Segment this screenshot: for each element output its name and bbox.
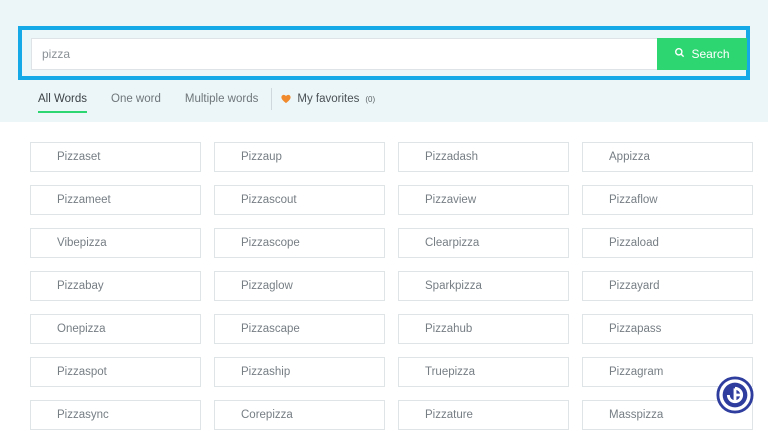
tab-multiple-words-label: Multiple words (184, 93, 259, 105)
tab-one-word-label: One word (111, 93, 161, 105)
word-card[interactable]: Pizzaflow (582, 185, 753, 215)
word-results-grid: Pizzaset Pizzaup Pizzadash Appizza Pizza… (30, 142, 753, 430)
word-card[interactable]: Pizzaload (582, 228, 753, 258)
word-card[interactable]: Pizzascape (214, 314, 385, 344)
search-button[interactable]: Search (657, 38, 747, 70)
tab-all-words[interactable]: All Words (38, 88, 87, 113)
word-card[interactable]: Pizzaup (214, 142, 385, 172)
search-input[interactable] (31, 38, 657, 70)
word-card[interactable]: Pizzayard (582, 271, 753, 301)
word-card[interactable]: Pizzaspot (30, 357, 201, 387)
search-button-label: Search (691, 47, 730, 61)
word-card[interactable]: Pizzature (398, 400, 569, 430)
word-card[interactable]: Pizzahub (398, 314, 569, 344)
gamer-tweak-logo-icon (716, 376, 754, 414)
search-icon (674, 47, 685, 61)
word-card[interactable]: Pizzasync (30, 400, 201, 430)
favorites-label: My favorites (297, 93, 360, 105)
word-card[interactable]: Pizzaship (214, 357, 385, 387)
tab-all-words-label: All Words (38, 93, 87, 105)
word-type-tabs: All Words One word Multiple words My fav… (38, 88, 375, 113)
tab-divider (271, 88, 273, 110)
tab-my-favorites[interactable]: My favorites (0) (281, 88, 375, 110)
word-card[interactable]: Pizzabay (30, 271, 201, 301)
word-card[interactable]: Pizzadash (398, 142, 569, 172)
page: Search All Words One word Multiple words (0, 0, 768, 432)
word-card[interactable]: Pizzascope (214, 228, 385, 258)
word-card[interactable]: Pizzaset (30, 142, 201, 172)
heart-icon (281, 94, 291, 104)
search-header: Search All Words One word Multiple words (0, 0, 768, 122)
search-bar: Search (31, 38, 747, 70)
word-card[interactable]: Pizzaglow (214, 271, 385, 301)
word-card[interactable]: Truepizza (398, 357, 569, 387)
word-card[interactable]: Corepizza (214, 400, 385, 430)
tab-multiple-words[interactable]: Multiple words (185, 88, 259, 110)
word-card[interactable]: Pizzapass (582, 314, 753, 344)
word-card[interactable]: Pizzascout (214, 185, 385, 215)
favorites-count: (0) (365, 94, 376, 104)
word-card[interactable]: Pizzameet (30, 185, 201, 215)
word-card[interactable]: Clearpizza (398, 228, 569, 258)
word-card[interactable]: Vibepizza (30, 228, 201, 258)
word-card[interactable]: Pizzaview (398, 185, 569, 215)
word-card[interactable]: Onepizza (30, 314, 201, 344)
tab-one-word[interactable]: One word (111, 88, 161, 110)
word-card[interactable]: Appizza (582, 142, 753, 172)
word-card[interactable]: Sparkpizza (398, 271, 569, 301)
